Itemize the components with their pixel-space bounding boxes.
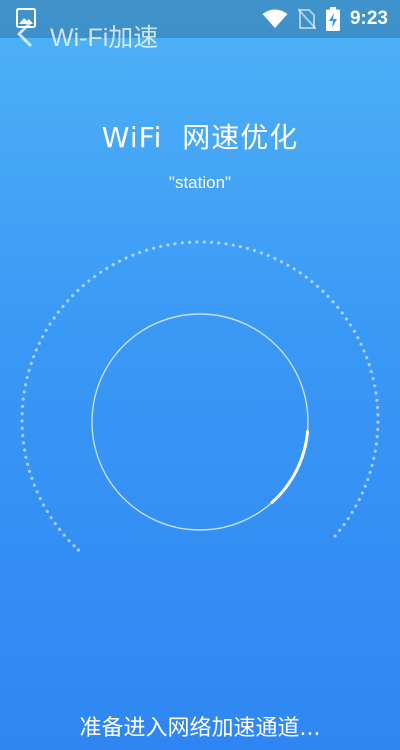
gauge-outer-dotted-arc — [20, 240, 380, 570]
page-title: WiFi 网速优化 — [101, 121, 299, 154]
app-bar-title: Wi-Fi加速 — [50, 24, 159, 52]
chevron-left-icon[interactable] — [14, 20, 36, 48]
speed-gauge — [20, 240, 380, 570]
app-bar: Wi-Fi加速 — [0, 14, 400, 54]
acceleration-status: 准备进入网络加速通道... — [79, 716, 321, 741]
gauge-progress-arc — [90, 312, 310, 532]
wifi-ssid: "station" — [168, 173, 232, 192]
